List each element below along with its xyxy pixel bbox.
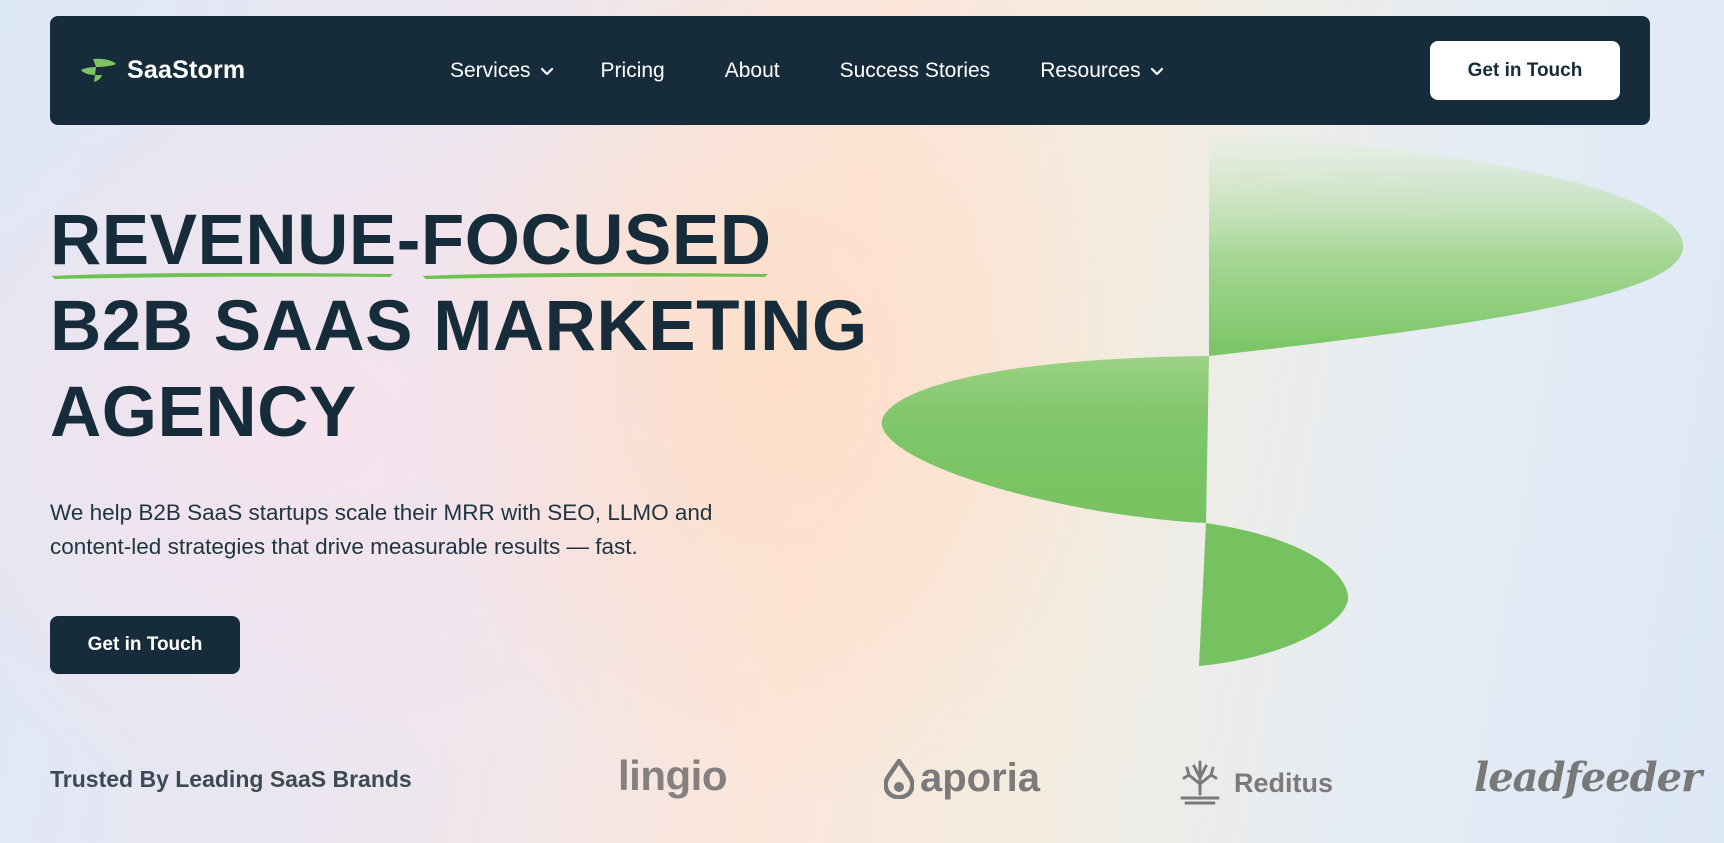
nav-item-label: Success Stories <box>839 58 991 82</box>
client-logo-reditus: Reditus <box>1176 758 1333 808</box>
nav-item-about[interactable]: About <box>725 59 780 83</box>
hero-subtitle: We help B2B SaaS startups scale their MR… <box>50 496 810 564</box>
hero-subtitle-line-2: content-led strategies that drive measur… <box>50 534 638 559</box>
logo-wordmark: lingio <box>618 752 727 799</box>
top-navbar: SaaStorm Services Pricing About Success … <box>50 16 1650 125</box>
client-logo-leadfeeder: leadfeeder <box>1474 754 1702 801</box>
saastorm-logo-icon <box>81 58 116 82</box>
nav-get-in-touch-button[interactable]: Get in Touch <box>1430 41 1620 100</box>
hero-subtitle-line-1: We help B2B SaaS startups scale their MR… <box>50 500 713 525</box>
nav-item-label: Pricing <box>600 58 665 82</box>
logo-wordmark: Reditus <box>1234 767 1334 798</box>
client-logo-lingio: lingio <box>618 752 727 800</box>
underlined-word: FOCUSED <box>421 198 772 284</box>
brand-logo-link[interactable]: SaaStorm <box>79 16 245 125</box>
nav-links: Services Pricing About Success Stories R… <box>450 16 1165 125</box>
logo-wordmark: leadfeeder <box>1474 754 1702 801</box>
nav-item-services[interactable]: Services <box>450 59 555 83</box>
brush-underline-icon <box>51 272 394 279</box>
tree-icon <box>1180 760 1220 805</box>
hero-title-line-2: B2B SAAS MARKETING <box>50 287 868 366</box>
nav-item-pricing[interactable]: Pricing <box>601 59 665 83</box>
hero-title-dash: - <box>396 201 421 280</box>
brush-underline-icon <box>422 272 769 279</box>
storm-shape-illustration <box>881 135 1684 666</box>
nav-item-success-stories[interactable]: Success Stories <box>840 59 991 83</box>
nav-item-label: Resources <box>1040 58 1141 82</box>
underlined-word: REVENUE <box>50 198 397 284</box>
logo-wordmark: aporia <box>920 756 1041 800</box>
hero-title-line-1: REVENUE - FOCUSED <box>50 198 910 284</box>
client-logo-aporia: aporia <box>884 756 1040 801</box>
hero-get-in-touch-button[interactable]: Get in Touch <box>50 616 240 674</box>
brand-name: SaaStorm <box>127 56 246 84</box>
nav-item-label: Services <box>450 58 531 82</box>
trusted-brands-label: Trusted By Leading SaaS Brands <box>50 766 412 792</box>
nav-item-resources[interactable]: Resources <box>1040 59 1164 83</box>
nav-item-label: About <box>724 58 780 82</box>
aporia-drop-icon <box>884 758 914 799</box>
chevron-down-icon <box>1150 67 1163 75</box>
hero-title-line-3: AGENCY <box>50 373 357 452</box>
chevron-down-icon <box>540 67 553 75</box>
hero-title: REVENUE - FOCUSED B2B SAAS MARKETING AGE… <box>50 198 910 456</box>
